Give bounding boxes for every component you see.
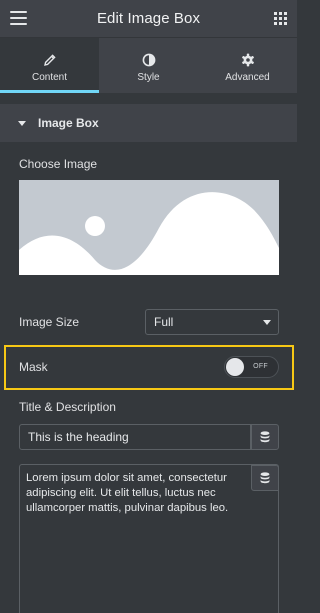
dynamic-tags-button-heading[interactable]	[251, 424, 279, 450]
database-icon	[260, 431, 270, 443]
description-textarea[interactable]: Lorem ipsum dolor sit amet, consectetur …	[19, 464, 279, 613]
title-description-label: Title & Description	[19, 400, 116, 414]
section-image-box-header[interactable]: Image Box	[0, 104, 297, 142]
image-size-label: Image Size	[19, 315, 80, 329]
hamburger-menu-icon[interactable]	[10, 11, 27, 25]
tab-advanced[interactable]: Advanced	[198, 38, 297, 93]
heading-input[interactable]	[19, 424, 251, 450]
image-size-select[interactable]: Full	[145, 309, 279, 335]
toggle-knob	[226, 358, 244, 376]
tab-style-label: Style	[137, 72, 160, 83]
image-placeholder-icon	[19, 192, 279, 275]
pencil-icon	[42, 52, 58, 68]
tab-content[interactable]: Content	[0, 38, 99, 93]
toggle-off-text: OFF	[253, 363, 268, 370]
image-placeholder[interactable]	[19, 180, 279, 275]
panel-header: Edit Image Box	[0, 0, 297, 37]
tab-bar: Content Style Advanced	[0, 37, 297, 93]
section-title: Image Box	[38, 116, 99, 130]
caret-down-icon	[18, 120, 26, 126]
panel-title: Edit Image Box	[96, 10, 201, 27]
database-icon	[260, 472, 270, 484]
gear-icon	[240, 52, 256, 68]
image-size-value: Full	[154, 315, 174, 329]
tab-advanced-label: Advanced	[225, 72, 270, 83]
dropdown-arrow-icon	[263, 320, 271, 325]
mask-toggle[interactable]: OFF	[224, 356, 279, 378]
dynamic-tags-button-description[interactable]	[251, 465, 279, 491]
choose-image-label: Choose Image	[19, 157, 98, 171]
tab-content-label: Content	[31, 72, 68, 83]
half-circle-icon	[141, 52, 157, 68]
grid-apps-icon[interactable]	[274, 12, 287, 25]
mask-label: Mask	[19, 360, 48, 374]
tab-style[interactable]: Style	[99, 38, 198, 93]
